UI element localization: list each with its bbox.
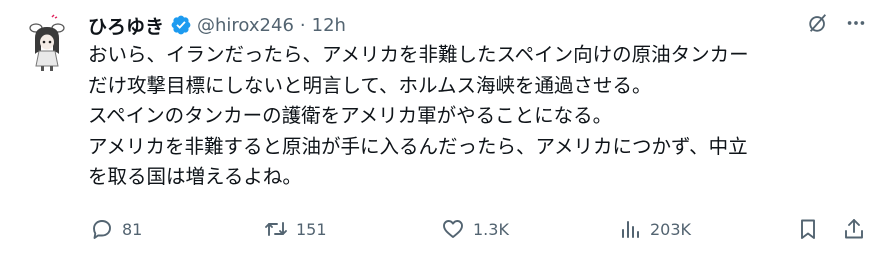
bookmark-button[interactable] xyxy=(796,213,820,245)
tweet-text-line: スペインのタンカーの護衛をアメリカ軍がやることになる。 xyxy=(88,104,613,127)
views-bar-chart-icon xyxy=(622,221,639,238)
tweet-text-line: アメリカを非難すると原油が手に入るんだったら、アメリカにつかず、中立 xyxy=(88,134,748,158)
repost-button[interactable]: 151 xyxy=(264,213,327,245)
author-display-name[interactable]: ひろゆき xyxy=(88,12,164,39)
avatar[interactable] xyxy=(22,14,72,72)
repost-icon xyxy=(265,222,287,236)
reply-icon xyxy=(93,220,111,239)
views-button[interactable]: 203K xyxy=(618,213,691,245)
reply-button[interactable]: 81 xyxy=(90,213,142,245)
separator-dot: · xyxy=(299,14,306,36)
tweet-text-line: を取る国は増えるよね。 xyxy=(88,165,302,188)
heart-icon xyxy=(443,220,463,238)
share-icon xyxy=(845,219,863,239)
grok-slash-circle-icon[interactable] xyxy=(807,12,829,34)
like-button[interactable]: 1.3K xyxy=(441,213,509,245)
tweet-timestamp[interactable]: 12h xyxy=(312,15,346,36)
share-button[interactable] xyxy=(842,213,866,245)
author-handle[interactable]: @hirox246 xyxy=(197,15,294,36)
verified-badge-icon[interactable] xyxy=(170,14,192,36)
more-dots-icon[interactable] xyxy=(845,12,867,34)
tweet-text-line: おいら、イランだったら、アメリカを非難したスペイン向けの原油タンカー xyxy=(88,43,749,66)
tweet-top-actions xyxy=(807,12,867,34)
tweet-action-bar: 81 151 1.3K 203K xyxy=(88,213,868,245)
reply-count: 81 xyxy=(122,219,143,239)
views-count: 203K xyxy=(650,219,692,239)
tweet-text: おいら、イランだったら、アメリカを非難したスペイン向けの原油タンカー だけ攻撃目… xyxy=(88,40,863,193)
tweet-header: ひろゆき @hirox246 · 12h xyxy=(88,10,346,40)
tweet-text-line: だけ攻撃目標にしないと明言して、ホルムス海峡を通過させる。 xyxy=(88,73,652,97)
bookmark-icon xyxy=(801,219,815,239)
like-count: 1.3K xyxy=(473,219,509,239)
repost-count: 151 xyxy=(296,219,327,239)
